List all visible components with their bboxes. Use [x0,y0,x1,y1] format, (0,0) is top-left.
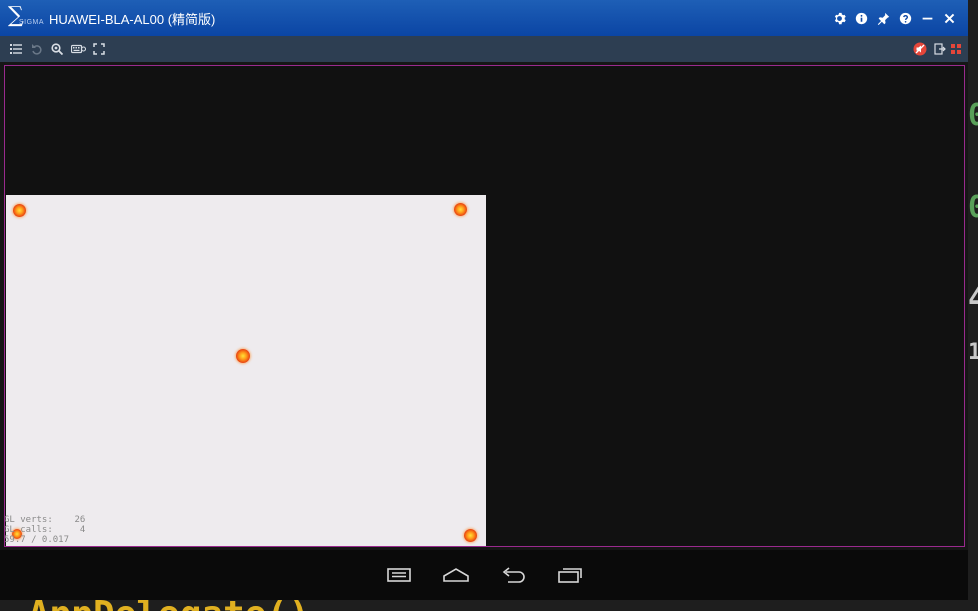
recents-icon[interactable] [556,565,584,585]
sprite-ball [13,204,26,217]
sprite-ball [454,203,467,216]
undo-icon[interactable] [30,42,44,56]
sigma-logo: ∑ SIGMA [0,0,44,36]
info-icon[interactable] [855,12,868,25]
keyboard-icon[interactable] [70,42,86,56]
title-bar[interactable]: ∑ SIGMA HUAWEI-BLA-AL00 (精简版) [0,0,968,36]
background-code-text: AppDelegate() [28,600,310,611]
close-icon[interactable] [943,12,956,25]
backdrop-glyph: 1 [968,340,978,365]
backdrop-glyph: 4 [968,282,978,317]
menu-icon[interactable] [385,565,413,585]
list-icon[interactable] [9,42,23,56]
pin-icon[interactable] [877,12,890,25]
device-screen[interactable]: GL verts: 26 GL calls: 4 59.7 / 0.017 [4,65,965,547]
sprite-ball [464,529,477,542]
sprite-ball [236,349,250,363]
minimize-icon[interactable] [921,12,934,25]
title-controls [833,0,956,36]
export-icon[interactable] [933,42,947,56]
editor-strip: AppDelegate() [0,600,968,611]
game-viewport[interactable]: GL verts: 26 GL calls: 4 59.7 / 0.017 [4,195,486,546]
settings-icon[interactable] [833,12,846,25]
backdrop-glyph: 0 [968,98,978,133]
home-icon[interactable] [442,565,470,585]
android-nav-bar [0,550,968,600]
mute-icon[interactable] [913,42,927,56]
zoom-icon[interactable] [50,42,64,56]
emulator-window: ∑ SIGMA HUAWEI-BLA-AL00 (精简版) GL verts: … [0,0,968,611]
debug-stats: GL verts: 26 GL calls: 4 59.7 / 0.017 [4,515,86,545]
logo-word: SIGMA [19,19,45,26]
back-icon[interactable] [499,565,527,585]
fullscreen-icon[interactable] [92,42,106,56]
backdrop-glyph: 0 [968,190,978,225]
help-icon[interactable] [899,12,912,25]
grid-icon[interactable] [949,42,963,56]
window-title: HUAWEI-BLA-AL00 (精简版) [49,11,216,27]
toolbar [0,36,968,62]
